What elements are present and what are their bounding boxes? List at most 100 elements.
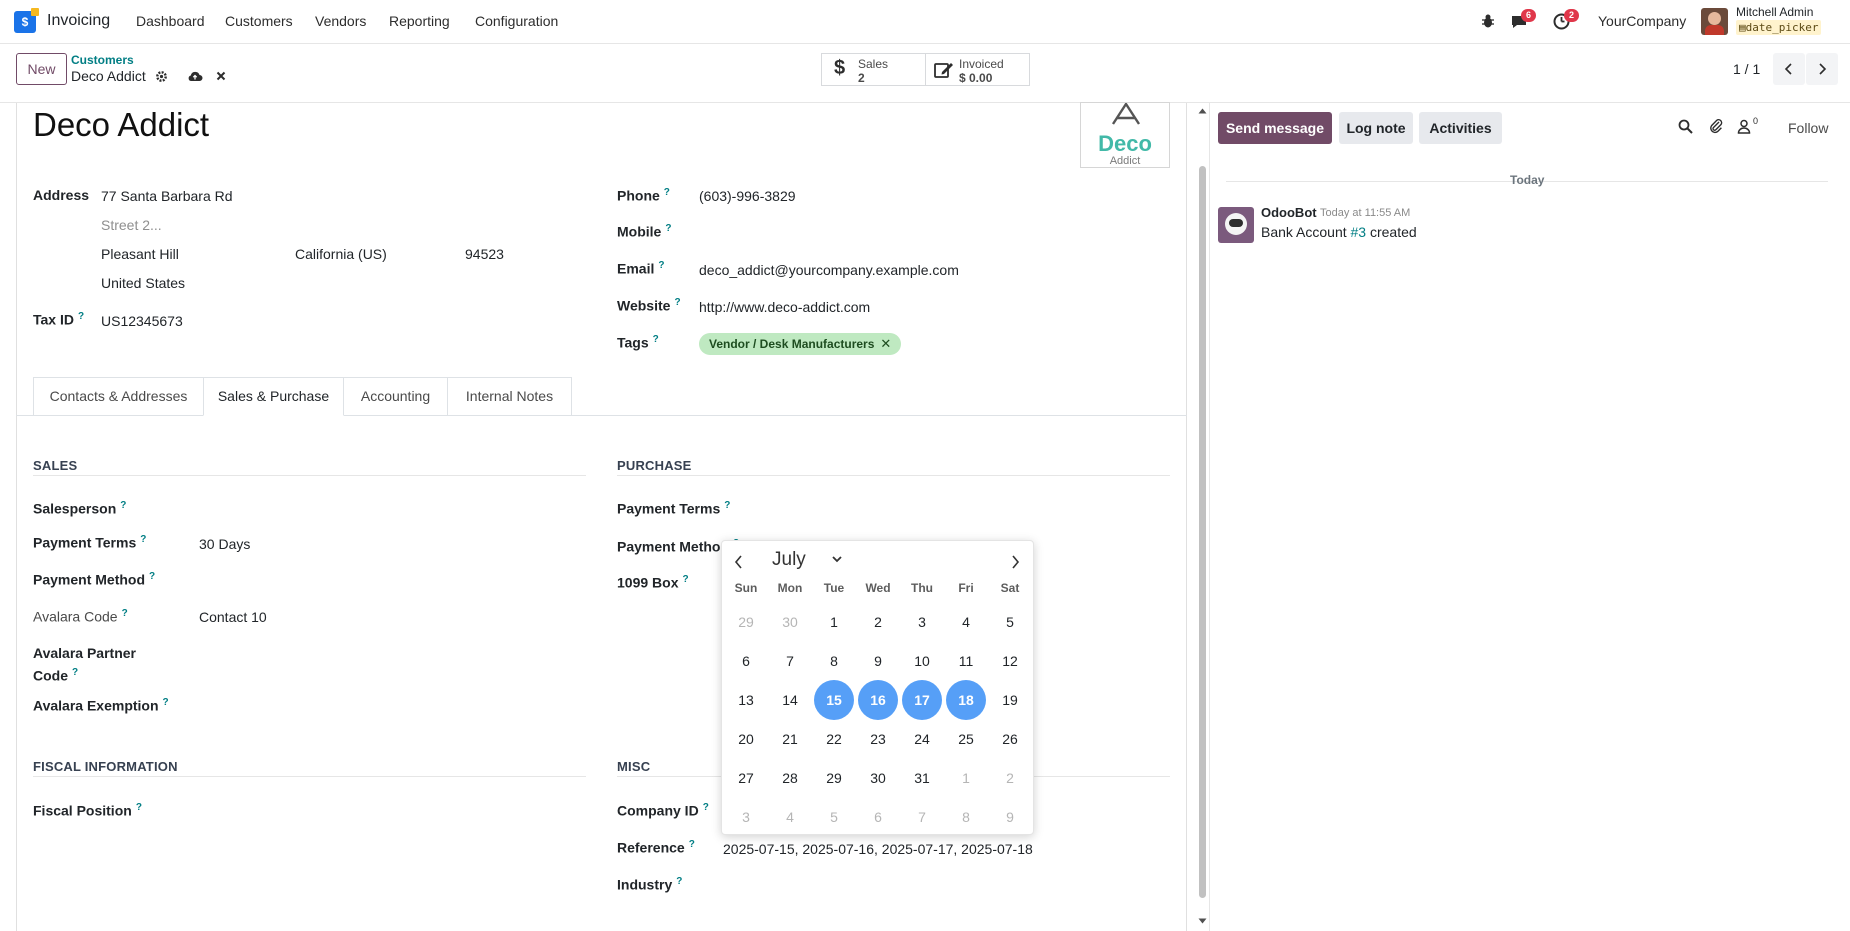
help-tooltip-icon[interactable]: ? [136, 802, 142, 813]
calendar-day[interactable]: 2 [858, 602, 898, 642]
bug-icon[interactable] [1480, 13, 1496, 29]
calendar-day[interactable]: 24 [902, 719, 942, 759]
calendar-day-selected[interactable]: 15 [814, 680, 854, 720]
calendar-day[interactable]: 8 [814, 641, 854, 681]
calendar-day[interactable]: 22 [814, 719, 854, 759]
log-note-button[interactable]: Log note [1339, 112, 1413, 144]
odoobot-avatar[interactable] [1218, 207, 1254, 243]
help-tooltip-icon[interactable]: ? [653, 334, 659, 345]
prev-month-icon[interactable] [734, 555, 744, 569]
calendar-day[interactable]: 4 [770, 797, 810, 837]
tax-id-field[interactable]: US12345673 [101, 313, 183, 329]
calendar-day-selected[interactable]: 17 [902, 680, 942, 720]
followers-user-icon[interactable] [1737, 119, 1751, 134]
calendar-day[interactable]: 10 [902, 641, 942, 681]
help-tooltip-icon[interactable]: ? [163, 697, 169, 708]
menu-customers[interactable]: Customers [225, 13, 293, 29]
search-icon[interactable] [1678, 119, 1693, 134]
avalara-code-field[interactable]: Contact 10 [199, 609, 267, 625]
scroll-down-arrow-icon[interactable] [1198, 918, 1207, 924]
payment-terms-field[interactable]: 30 Days [199, 536, 250, 552]
state-field[interactable]: California (US) [295, 246, 387, 262]
message-author[interactable]: OdooBot [1261, 205, 1317, 220]
calendar-day[interactable]: 8 [946, 797, 986, 837]
help-tooltip-icon[interactable]: ? [665, 223, 671, 234]
paperclip-icon[interactable] [1709, 118, 1723, 134]
calendar-day[interactable]: 30 [770, 602, 810, 642]
calendar-day[interactable]: 5 [990, 602, 1030, 642]
help-tooltip-icon[interactable]: ? [682, 574, 688, 585]
street2-field[interactable]: Street 2... [101, 217, 162, 233]
month-select[interactable]: July [772, 549, 842, 571]
calendar-day[interactable]: 23 [858, 719, 898, 759]
sales-smart-button[interactable]: $ Sales 2 [821, 53, 926, 86]
calendar-day[interactable]: 3 [726, 797, 766, 837]
help-tooltip-icon[interactable]: ? [664, 187, 670, 198]
menu-dashboard[interactable]: Dashboard [136, 13, 205, 29]
help-tooltip-icon[interactable]: ? [72, 667, 78, 678]
tab-sales-purchase[interactable]: Sales & Purchase [203, 377, 344, 416]
menu-reporting[interactable]: Reporting [389, 13, 450, 29]
calendar-day[interactable]: 9 [858, 641, 898, 681]
tab-contacts-addresses[interactable]: Contacts & Addresses [33, 377, 204, 416]
calendar-day[interactable]: 1 [946, 758, 986, 798]
calendar-day[interactable]: 14 [770, 680, 810, 720]
help-tooltip-icon[interactable]: ? [122, 608, 128, 619]
help-tooltip-icon[interactable]: ? [78, 311, 84, 322]
calendar-day[interactable]: 11 [946, 641, 986, 681]
phone-field[interactable]: (603)-996-3829 [699, 188, 796, 204]
email-field[interactable]: deco_addict@yourcompany.example.com [699, 262, 959, 278]
company-switcher[interactable]: YourCompany [1598, 13, 1686, 29]
calendar-day[interactable]: 13 [726, 680, 766, 720]
help-tooltip-icon[interactable]: ? [703, 802, 709, 813]
help-tooltip-icon[interactable]: ? [676, 876, 682, 887]
calendar-day[interactable]: 30 [858, 758, 898, 798]
calendar-day-selected[interactable]: 18 [946, 680, 986, 720]
pager-next-button[interactable] [1806, 53, 1838, 85]
help-tooltip-icon[interactable]: ? [149, 571, 155, 582]
partner-name-field[interactable]: Deco Addict [33, 106, 209, 144]
reference-field[interactable]: 2025-07-15, 2025-07-16, 2025-07-17, 2025… [723, 841, 1033, 857]
help-tooltip-icon[interactable]: ? [689, 839, 695, 850]
user-name[interactable]: Mitchell Admin [1736, 5, 1813, 19]
country-field[interactable]: United States [101, 275, 185, 291]
calendar-day[interactable]: 31 [902, 758, 942, 798]
help-tooltip-icon[interactable]: ? [674, 297, 680, 308]
gear-icon[interactable] [155, 70, 168, 83]
invoicing-app-icon[interactable]: $ [14, 8, 39, 33]
website-field[interactable]: http://www.deco-addict.com [699, 299, 870, 315]
app-name[interactable]: Invoicing [47, 12, 110, 30]
new-button[interactable]: New [16, 53, 67, 85]
help-tooltip-icon[interactable]: ? [140, 534, 146, 545]
calendar-day[interactable]: 26 [990, 719, 1030, 759]
calendar-day[interactable]: 2 [990, 758, 1030, 798]
tab-internal-notes[interactable]: Internal Notes [447, 377, 572, 416]
help-tooltip-icon[interactable]: ? [120, 500, 126, 511]
scroll-up-arrow-icon[interactable] [1198, 108, 1207, 114]
tab-accounting[interactable]: Accounting [343, 377, 448, 416]
pager-value[interactable]: 1 / 1 [1733, 61, 1760, 77]
menu-configuration[interactable]: Configuration [475, 13, 558, 29]
partner-logo[interactable]: Deco Addict [1080, 102, 1170, 168]
help-tooltip-icon[interactable]: ? [724, 500, 730, 511]
calendar-day[interactable]: 27 [726, 758, 766, 798]
calendar-day[interactable]: 6 [726, 641, 766, 681]
next-month-icon[interactable] [1010, 555, 1020, 569]
calendar-day[interactable]: 9 [990, 797, 1030, 837]
follow-button[interactable]: Follow [1788, 120, 1828, 136]
calendar-day[interactable]: 29 [814, 758, 854, 798]
save-cloud-icon[interactable] [187, 70, 203, 82]
send-message-button[interactable]: Send message [1218, 112, 1332, 144]
calendar-day-selected[interactable]: 16 [858, 680, 898, 720]
street-field[interactable]: 77 Santa Barbara Rd [101, 188, 233, 204]
calendar-day[interactable]: 3 [902, 602, 942, 642]
calendar-day[interactable]: 21 [770, 719, 810, 759]
activities-button[interactable]: Activities [1419, 112, 1502, 144]
menu-vendors[interactable]: Vendors [315, 13, 366, 29]
remove-tag-icon[interactable]: ✕ [880, 336, 891, 351]
city-field[interactable]: Pleasant Hill [101, 246, 179, 262]
calendar-day[interactable]: 7 [902, 797, 942, 837]
scrollbar-thumb[interactable] [1199, 166, 1206, 898]
calendar-day[interactable]: 29 [726, 602, 766, 642]
pager-previous-button[interactable] [1773, 53, 1805, 85]
